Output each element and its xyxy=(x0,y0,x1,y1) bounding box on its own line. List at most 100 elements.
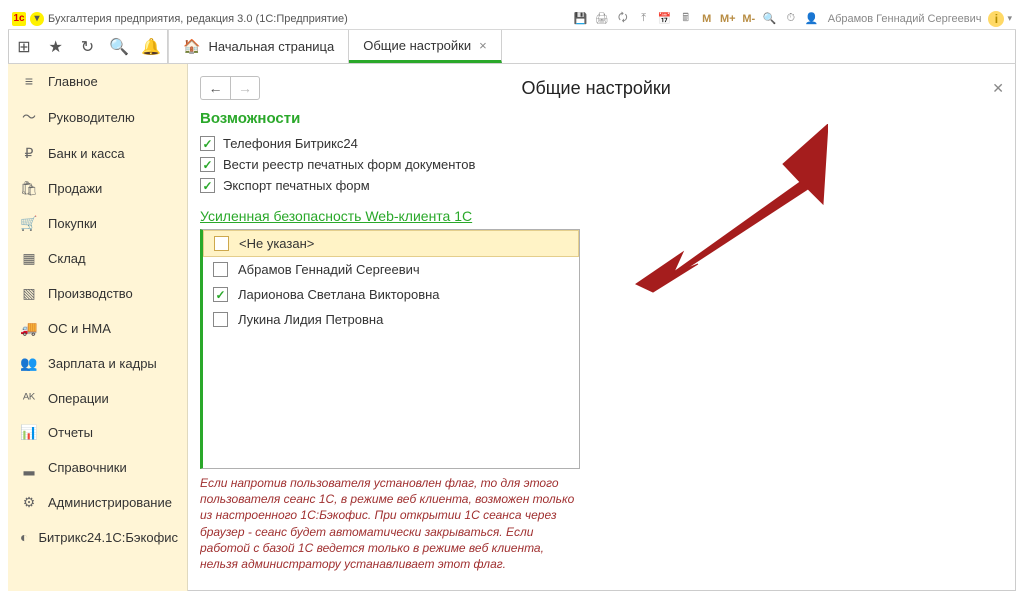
favorites-icon[interactable]: ★ xyxy=(40,30,72,64)
sidebar-item-0[interactable]: ≡ Главное xyxy=(8,64,187,98)
sidebar-item-icon: ₽ xyxy=(20,145,38,162)
save-icon[interactable]: 💾 xyxy=(572,10,590,28)
tab-close-icon[interactable]: × xyxy=(479,38,487,53)
sidebar-item-9[interactable]: ᴬᴷ Операции xyxy=(8,381,187,415)
sidebar-item-label: Склад xyxy=(48,251,86,266)
apps-grid-icon[interactable]: ⊞ xyxy=(8,30,40,64)
bell-icon[interactable]: 🔔 xyxy=(135,30,167,64)
history-icon[interactable]: ↻ xyxy=(72,30,104,64)
calc-icon[interactable]: 🖩 xyxy=(677,10,695,28)
sidebar-item-2[interactable]: ₽ Банк и касса xyxy=(8,136,187,171)
page-title: Общие настройки xyxy=(200,78,992,99)
sidebar-item-label: Отчеты xyxy=(48,425,93,440)
sidebar-item-6[interactable]: ▧ Производство xyxy=(8,276,187,311)
capability-checkbox[interactable] xyxy=(200,178,215,193)
user-name: <Не указан> xyxy=(239,236,314,251)
capability-row-0: Телефония Битрикс24 xyxy=(200,133,1004,154)
sidebar-item-1[interactable]: 〜 Руководителю xyxy=(8,98,187,136)
sidebar-item-label: ОС и НМА xyxy=(48,321,111,336)
user-name: Лукина Лидия Петровна xyxy=(238,312,383,327)
sidebar-item-5[interactable]: ▦ Склад xyxy=(8,241,187,276)
app-star-icon[interactable]: ▾ xyxy=(30,12,44,26)
close-page-button[interactable]: ✕ xyxy=(992,80,1004,97)
sidebar-item-4[interactable]: 🛒 Покупки xyxy=(8,206,187,241)
user-icon[interactable]: 👤 xyxy=(803,10,821,28)
user-row-3[interactable]: Лукина Лидия Петровна xyxy=(203,307,579,332)
sidebar-item-label: Покупки xyxy=(48,216,97,231)
tab-settings[interactable]: Общие настройки × xyxy=(349,30,502,63)
sidebar-item-icon: 📊 xyxy=(20,424,38,441)
print-icon[interactable]: 🖨 xyxy=(593,10,611,28)
sidebar-item-label: Главное xyxy=(48,74,98,89)
sidebar-item-label: Руководителю xyxy=(48,110,135,125)
capability-row-1: Вести реестр печатных форм документов xyxy=(200,154,1004,175)
user-checkbox[interactable] xyxy=(214,236,229,251)
sidebar-item-label: Операции xyxy=(48,391,109,406)
sidebar-item-icon: ⚙ xyxy=(20,494,38,511)
user-row-2[interactable]: Ларионова Светлана Викторовна xyxy=(203,282,579,307)
current-user[interactable]: Абрамов Геннадий Сергеевич xyxy=(824,13,986,25)
tab-home[interactable]: 🏠 Начальная страница xyxy=(169,30,349,63)
user-checkbox[interactable] xyxy=(213,262,228,277)
user-row-0[interactable]: <Не указан> xyxy=(203,230,579,257)
sidebar-item-label: Продажи xyxy=(48,181,102,196)
sidebar-item-icon: ▧ xyxy=(20,285,38,302)
sidebar-item-7[interactable]: 🚚 ОС и НМА xyxy=(8,311,187,346)
capability-label: Экспорт печатных форм xyxy=(223,178,370,193)
memory-m-button[interactable]: M xyxy=(698,10,716,28)
refresh-icon[interactable]: 🗘 xyxy=(614,10,632,28)
memory-mminus-button[interactable]: M- xyxy=(740,10,758,28)
sidebar-item-icon: 🛍 xyxy=(20,180,38,197)
sidebar-item-12[interactable]: ⚙ Администрирование xyxy=(8,485,187,520)
content: ← → Общие настройки ✕ Возможности Телефо… xyxy=(188,64,1016,591)
sidebar-item-label: Администрирование xyxy=(48,495,172,510)
tab-settings-label: Общие настройки xyxy=(363,38,471,53)
zoom-icon[interactable]: 🔍 xyxy=(761,10,779,28)
sidebar-item-11[interactable]: ▂ Справочники xyxy=(8,450,187,485)
sidebar-item-label: Битрикс24.1С:Бэкофис xyxy=(38,530,178,545)
hint-text: Если напротив пользователя установлен фл… xyxy=(200,475,580,572)
sidebar-item-13[interactable]: ◐ Битрикс24.1С:Бэкофис xyxy=(8,520,187,554)
sidebar-item-icon: ▂ xyxy=(20,459,38,476)
capability-row-2: Экспорт печатных форм xyxy=(200,175,1004,196)
home-icon: 🏠 xyxy=(183,38,200,55)
sidebar-item-icon: ᴬᴷ xyxy=(20,390,38,406)
user-row-1[interactable]: Абрамов Геннадий Сергеевич xyxy=(203,257,579,282)
sidebar-item-icon: 〜 xyxy=(20,107,38,127)
sidebar-item-label: Справочники xyxy=(48,460,127,475)
capability-checkbox[interactable] xyxy=(200,157,215,172)
capability-checkbox[interactable] xyxy=(200,136,215,151)
sidebar-item-label: Банк и касса xyxy=(48,146,125,161)
upload-icon[interactable]: ⤒ xyxy=(635,10,653,28)
users-list: <Не указан> Абрамов Геннадий Сергеевич Лар… xyxy=(200,229,580,469)
capability-label: Вести реестр печатных форм документов xyxy=(223,157,475,172)
calendar-icon[interactable]: 📅 xyxy=(656,10,674,28)
sidebar-item-label: Зарплата и кадры xyxy=(48,356,157,371)
titlebar: 1c ▾ Бухгалтерия предприятия, редакция 3… xyxy=(8,8,1016,30)
sidebar-item-8[interactable]: 👥 Зарплата и кадры xyxy=(8,346,187,381)
sidebar-item-icon: 👥 xyxy=(20,355,38,372)
section-capabilities: Возможности xyxy=(200,110,1004,127)
user-checkbox[interactable] xyxy=(213,287,228,302)
sidebar-item-3[interactable]: 🛍 Продажи xyxy=(8,171,187,206)
sidebar-item-icon: ◐ xyxy=(20,529,28,545)
tab-home-label: Начальная страница xyxy=(208,39,334,54)
user-checkbox[interactable] xyxy=(213,312,228,327)
memory-mplus-button[interactable]: M+ xyxy=(719,10,737,28)
sidebar-item-icon: 🛒 xyxy=(20,215,38,232)
search-icon[interactable]: 🔍 xyxy=(103,30,135,64)
one-c-icon: 1c xyxy=(12,12,26,26)
sidebar-item-icon: 🚚 xyxy=(20,320,38,337)
info-dropdown-icon[interactable]: ▾ xyxy=(1007,13,1012,24)
user-name: Ларионова Светлана Викторовна xyxy=(238,287,440,302)
sidebar-item-10[interactable]: 📊 Отчеты xyxy=(8,415,187,450)
enhanced-security-link[interactable]: Усиленная безопасность Web-клиента 1С xyxy=(200,208,472,225)
window-title: Бухгалтерия предприятия, редакция 3.0 (1… xyxy=(48,13,348,25)
time-icon[interactable]: ⏱ xyxy=(782,10,800,28)
sidebar-item-label: Производство xyxy=(48,286,133,301)
sidebar-item-icon: ≡ xyxy=(20,73,38,89)
user-name: Абрамов Геннадий Сергеевич xyxy=(238,262,420,277)
info-icon[interactable]: i xyxy=(988,11,1004,27)
capability-label: Телефония Битрикс24 xyxy=(223,136,358,151)
sidebar-item-icon: ▦ xyxy=(20,250,38,267)
